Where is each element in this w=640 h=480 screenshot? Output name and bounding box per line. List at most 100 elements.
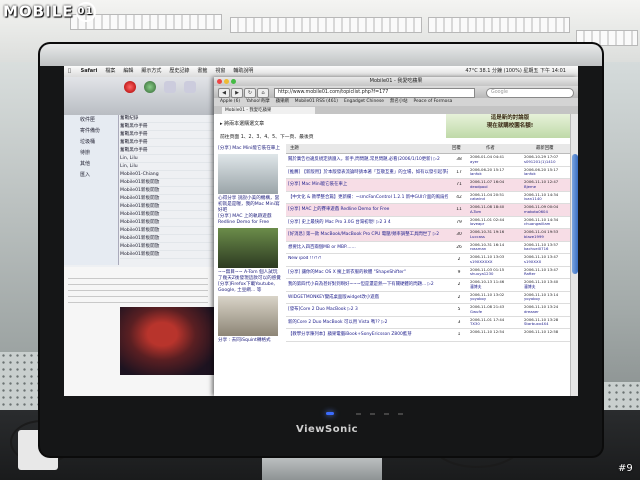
table-row[interactable]: [推薦] 【新版用】於本版發表流論時請本著「互敬互重」的立場，如有以發引起爭議，… (286, 167, 574, 179)
author-name[interactable]: deadpool (470, 184, 520, 190)
table-row[interactable]: 關於廣告也違反規定請遵入，新手,問問題,常見問題,必看(2006/1/10更新)… (286, 154, 574, 167)
topic-title[interactable]: [分享] 讓你的Mac OS X 擁上新衣服的軟體 "ShapeShifter" (288, 269, 448, 275)
topic-title[interactable]: [發布]Core 2 Duo MacBook ▷2 3 (288, 306, 448, 312)
mail-row[interactable]: Mobile01新板開放 (120, 179, 214, 187)
featured-item[interactable]: 分享 : 去同iSquint轉格式 (218, 338, 282, 344)
table-row[interactable]: [分享] Mac Mini能它裝在車上 71 2006-11-07 16:04 dea… (286, 179, 574, 192)
back-icon[interactable]: ◀ (218, 88, 230, 98)
topic-title[interactable]: [分享] Mac Mini能它裝在車上 (288, 181, 448, 187)
author-name[interactable]: 瀋博夫 (470, 284, 520, 290)
table-row[interactable]: 【中文化 & 教學整合篇】更新欄：~smcFanControl 1.2.1 新中… (286, 192, 574, 204)
last-reply-by[interactable]: blaze1999 (524, 234, 574, 240)
bookmark-item[interactable]: Apple (6) (220, 99, 240, 104)
bookmark-item[interactable]: Engadget Chinese (344, 99, 384, 104)
featured-item[interactable]: [分享] MAC 上的軌跡遊戲 Redline Demo for Free (218, 214, 282, 226)
table-row[interactable]: 新的Core 2 Duo MacBook 可以用 Vista 嗎?? ▷2 3 20… (286, 317, 574, 329)
pagination[interactable]: 前往頁面 1、2、3、4、5、下一頁、最後頁 (220, 133, 314, 140)
forum-nav[interactable]: ▸ 將兩本選購選文章 (220, 120, 264, 127)
close-icon[interactable] (217, 79, 222, 84)
table-row[interactable]: [發布]Core 2 Duo MacBook ▷2 3 5 2006-11-08 2… (286, 304, 574, 317)
monitor-button[interactable] (356, 413, 361, 415)
forward-icon[interactable] (184, 81, 196, 93)
ad-banner[interactable]: 這是新的討論版 現在就購校園名額! (446, 114, 574, 138)
mail-row[interactable]: 奮戰黑巾手冊 (120, 139, 214, 147)
delete-icon[interactable] (124, 81, 136, 93)
scroll-thumb[interactable] (572, 154, 578, 274)
forward-icon[interactable]: ▶ (231, 88, 243, 98)
reply-icon[interactable] (164, 81, 176, 93)
table-row[interactable]: [分享] 史上最快的 Mac Pro 3.0G 台灣初現! ▷2 3 4 79 20… (286, 217, 574, 229)
mail-row[interactable]: Mobile01-Chiang (120, 171, 214, 179)
mail-sidebar-item[interactable]: 待辦 (64, 148, 118, 159)
author-name[interactable]: lanfok (470, 171, 520, 177)
mail-row[interactable]: Lin, Lilu (120, 163, 214, 171)
search-field[interactable]: Google (486, 88, 574, 98)
featured-item[interactable]: [分享] Mac Mini能它裝在車上 (218, 146, 282, 152)
last-reply-by[interactable]: chuangwillam (524, 221, 574, 227)
mail-row[interactable]: Lin, Lilu (120, 155, 214, 163)
author-name[interactable]: s19XXXXXX (470, 259, 520, 265)
topic-title[interactable]: [分享] MAC 上的賽車遊戲 Redline Demo for Free (288, 206, 448, 212)
last-reply-by[interactable]: kachuei0716 (524, 246, 574, 252)
featured-thumbnail[interactable] (218, 296, 278, 336)
table-row[interactable]: 【教學分享陳列本】蘋果電腦iBook+SonyEricsson Z800藍芽 1 2… (286, 329, 574, 342)
last-reply-by[interactable]: yoyoboy (524, 296, 574, 302)
topic-title[interactable]: 我的第四代小白為甚好對到啊好~~~但是還是熱一下有關硬體的問題... ▷2 (288, 281, 448, 287)
last-reply-by[interactable]: Starbuxx4X4 (524, 321, 574, 327)
author-name[interactable]: A-Tom (470, 209, 520, 215)
topic-title[interactable]: WIDGETMONKEY變成桌面版widget改小遊戲 (288, 294, 448, 300)
col-author[interactable]: 作者 (486, 144, 495, 153)
featured-item[interactable]: ~~無目~~ A-Tom 個人試玩了幾天Z後發現這款可以的感覺 (218, 270, 282, 282)
author-name[interactable]: TX30 (470, 321, 520, 327)
apple-icon[interactable]:  (68, 68, 71, 74)
author-name[interactable]: loveapr (470, 221, 520, 227)
featured-thumbnail[interactable] (218, 154, 278, 194)
topic-title[interactable]: 【教學分享陳列本】蘋果電腦iBook+SonyEricsson Z800藍芽 (288, 331, 448, 337)
bookmark-item[interactable]: 蘋果網 (276, 99, 289, 104)
url-field[interactable]: http://www.mobile01.com/topiclist.php?f=… (274, 88, 475, 98)
last-reply-by[interactable]: s19XXXX (524, 259, 574, 265)
table-row[interactable]: New ipod !!?!?! 2 2006-11-10 13:03 s19XXXXX… (286, 254, 574, 267)
col-topic[interactable]: 主題 (290, 144, 299, 153)
author-name[interactable]: ayer (470, 159, 520, 165)
last-reply-by[interactable]: s091201(1)1410 (524, 159, 574, 165)
author-name[interactable]: Luccass (470, 234, 520, 240)
table-row[interactable]: 想要比入四百兩個MB or MBP....... 26 2006-10-31 16:… (286, 242, 574, 254)
last-reply-by[interactable]: dreaaer (524, 309, 574, 315)
zoom-icon[interactable] (231, 79, 236, 84)
author-name[interactable]: yoyoboy (470, 296, 520, 302)
mail-row[interactable]: 奮戰紀錄 (120, 115, 214, 123)
bookmark-item[interactable]: 無名小站 (390, 99, 408, 104)
mail-sidebar-item[interactable]: 其他 (64, 159, 118, 170)
menu-item[interactable]: 歷史記錄 (169, 68, 189, 74)
mail-sidebar-item[interactable]: 收件匣 (64, 115, 118, 126)
featured-thumbnail[interactable] (218, 228, 278, 268)
bookmark-item[interactable]: Mobile01 RSS (461) (295, 99, 338, 104)
bookmark-item[interactable]: Yahoo!奇摩 (246, 99, 269, 104)
mail-row[interactable]: Mobile01新板開放 (120, 187, 214, 195)
col-last[interactable]: 最新回覆 (536, 144, 554, 153)
mail-sidebar-item[interactable]: 匯入 (64, 170, 118, 181)
mail-sidebar-item[interactable]: 寄件備份 (64, 126, 118, 137)
mail-row[interactable]: Mobile01新板開放 (120, 227, 214, 235)
mail-row[interactable]: Mobile01新板開放 (120, 211, 214, 219)
junk-icon[interactable] (144, 81, 156, 93)
featured-item[interactable]: [分享]Firefox下載Youtube, Google, 土豆網... 等 (218, 282, 282, 294)
topic-title[interactable]: 【中文化 & 教學整合篇】更新欄：~smcFanControl 1.2.1 新中… (288, 194, 448, 200)
col-replies[interactable]: 回覆 (452, 144, 461, 153)
table-row[interactable]: [分享] 讓你的Mac OS X 擁上新衣服的軟體 "ShapeShifter"… (286, 267, 574, 279)
mail-row[interactable]: Mobile01新板開放 (120, 235, 214, 243)
last-reply-by[interactable]: lanfok (524, 171, 574, 177)
reload-icon[interactable]: ↻ (244, 88, 256, 98)
menu-item[interactable]: 輔助說明 (233, 68, 253, 74)
featured-item[interactable]: 心得分享 說說小美的機構，當初就是是喔，我的Mac Mini寫好吧 (218, 196, 282, 214)
table-row[interactable]: 我的第四代小白為甚好對到啊好~~~但是還是熱一下有關硬體的問題... ▷2 2 20… (286, 279, 574, 292)
last-reply-by[interactable]: makoto0604 (524, 209, 574, 215)
mail-row[interactable]: 奮戰黑巾手冊 (120, 131, 214, 139)
monitor-button[interactable] (370, 413, 375, 415)
last-reply-by[interactable]: Rafter (524, 271, 574, 277)
last-reply-by[interactable]: ivan1140 (524, 196, 574, 202)
topic-title[interactable]: 想要比入四百兩個MB or MBP....... (288, 244, 448, 250)
mail-row[interactable]: Mobile01新板開放 (120, 243, 214, 251)
scrollbar[interactable] (570, 114, 578, 396)
